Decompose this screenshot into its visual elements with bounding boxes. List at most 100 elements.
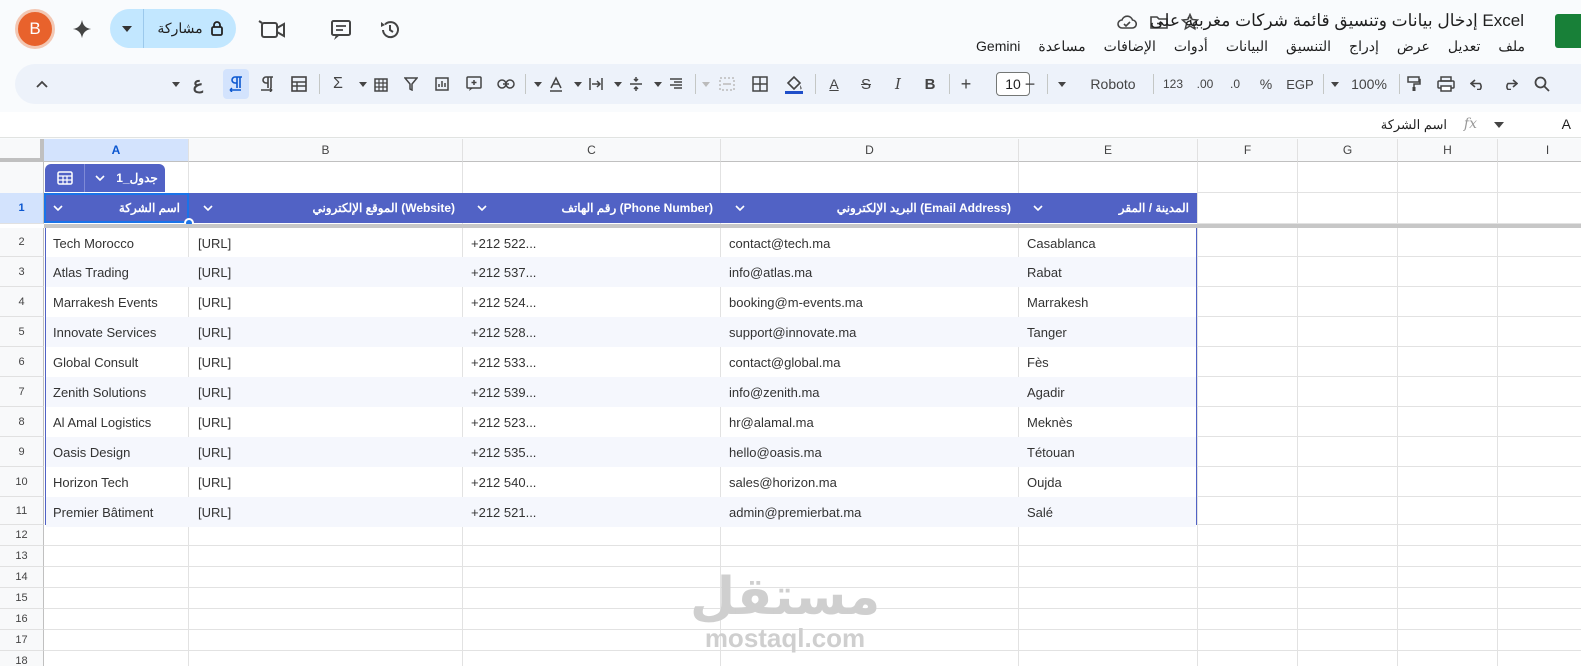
- name-box-caret-icon[interactable]: [1493, 121, 1505, 129]
- cell-city[interactable]: Casablanca: [1020, 228, 1196, 258]
- cell-email[interactable]: booking@m-events.ma: [722, 287, 1018, 317]
- row-header-2[interactable]: 2: [0, 228, 44, 257]
- row-header-15[interactable]: 15: [0, 588, 44, 609]
- table-convert-icon[interactable]: [287, 64, 311, 104]
- table-row[interactable]: Marrakesh Events [URL] +212 524... booki…: [46, 287, 1196, 317]
- row-header-5[interactable]: 5: [0, 317, 44, 347]
- column-header-e[interactable]: E: [1019, 139, 1198, 162]
- name-box[interactable]: A: [1562, 116, 1571, 132]
- cell-website[interactable]: [URL]: [191, 228, 463, 258]
- cell-website[interactable]: [URL]: [191, 287, 463, 317]
- text-color-icon[interactable]: A: [823, 64, 845, 104]
- table-row[interactable]: Oasis Design [URL] +212 535... hello@oas…: [46, 437, 1196, 467]
- cell-email[interactable]: info@zenith.ma: [722, 377, 1018, 407]
- row-header-3[interactable]: 3: [0, 257, 44, 287]
- column-header-d[interactable]: D: [721, 139, 1019, 162]
- comments-icon[interactable]: [327, 16, 355, 44]
- increase-font-size-icon[interactable]: +: [955, 64, 977, 104]
- row-header-12[interactable]: 12: [0, 525, 44, 546]
- column-filter-chevron-icon[interactable]: [203, 205, 213, 211]
- cell-website[interactable]: [URL]: [191, 437, 463, 467]
- cell-phone[interactable]: +212 522...: [464, 228, 720, 258]
- meet-video-icon[interactable]: [257, 16, 287, 44]
- wrap-caret-icon[interactable]: [573, 64, 583, 104]
- cell-phone[interactable]: +212 540...: [464, 467, 720, 497]
- functions-caret-icon[interactable]: [358, 64, 368, 104]
- table-row[interactable]: Horizon Tech [URL] +212 540... sales@hor…: [46, 467, 1196, 497]
- cell-email[interactable]: admin@premierbat.ma: [722, 497, 1018, 527]
- table-row[interactable]: Premier Bâtiment [URL] +212 521... admin…: [46, 497, 1196, 527]
- bold-button[interactable]: B: [919, 64, 941, 104]
- version-history-icon[interactable]: [376, 16, 404, 44]
- cell-city[interactable]: Oujda: [1020, 467, 1196, 497]
- italic-button[interactable]: I: [887, 64, 909, 104]
- cell-city[interactable]: Rabat: [1020, 257, 1196, 287]
- cell-company[interactable]: Premier Bâtiment: [46, 497, 189, 527]
- arabic-input-tool[interactable]: ع: [187, 64, 209, 104]
- row-header-1[interactable]: 1: [0, 193, 44, 224]
- header-cell-company[interactable]: اسم الشركة: [45, 193, 188, 223]
- cell-phone[interactable]: +212 528...: [464, 317, 720, 347]
- cell-website[interactable]: [URL]: [191, 317, 463, 347]
- sheet-stats-icon[interactable]: [370, 64, 394, 104]
- row-header-17[interactable]: 17: [0, 630, 44, 651]
- sheets-logo-icon[interactable]: [1555, 14, 1581, 48]
- row-header-16[interactable]: 16: [0, 609, 44, 630]
- share-dropdown-caret-icon[interactable]: [110, 9, 144, 48]
- menu-file[interactable]: ملف: [1498, 38, 1525, 55]
- header-cell-city[interactable]: المدينة / المقر: [1025, 193, 1197, 223]
- borders-icon[interactable]: [749, 64, 771, 104]
- cell-company[interactable]: Atlas Trading: [46, 257, 189, 287]
- column-header-c[interactable]: C: [463, 139, 721, 162]
- cell-email[interactable]: sales@horizon.ma: [722, 467, 1018, 497]
- more-caret-icon[interactable]: [170, 64, 182, 104]
- table-row[interactable]: Zenith Solutions [URL] +212 539... info@…: [46, 377, 1196, 407]
- cell-email[interactable]: contact@tech.ma: [722, 228, 1018, 258]
- column-header-f[interactable]: F: [1198, 139, 1298, 162]
- row-header-7[interactable]: 7: [0, 377, 44, 407]
- insert-chart-icon[interactable]: [431, 64, 453, 104]
- menu-view[interactable]: عرض: [1397, 38, 1430, 55]
- menu-edit[interactable]: تعديل: [1448, 38, 1481, 55]
- share-button[interactable]: مشاركة: [110, 9, 236, 48]
- cell-company[interactable]: Global Consult: [46, 347, 189, 377]
- column-header-h[interactable]: H: [1398, 139, 1498, 162]
- table-menu-chevron-icon[interactable]: [91, 175, 109, 181]
- column-header-a[interactable]: A: [44, 139, 189, 162]
- text-rotation-caret-icon[interactable]: [533, 64, 543, 104]
- column-filter-chevron-icon[interactable]: [477, 205, 487, 211]
- table-row[interactable]: Global Consult [URL] +212 533... contact…: [46, 347, 1196, 377]
- merge-cells-icon[interactable]: [715, 64, 739, 104]
- cell-company[interactable]: Horizon Tech: [46, 467, 189, 497]
- column-header-b[interactable]: B: [189, 139, 463, 162]
- table-row[interactable]: Innovate Services [URL] +212 528... supp…: [46, 317, 1196, 347]
- cell-company[interactable]: Tech Morocco: [46, 228, 189, 258]
- paint-format-icon[interactable]: [1403, 64, 1425, 104]
- cell-email[interactable]: hello@oasis.ma: [722, 437, 1018, 467]
- valign-caret-icon[interactable]: [613, 64, 623, 104]
- merge-caret-icon[interactable]: [701, 64, 711, 104]
- column-header-i[interactable]: I: [1498, 139, 1581, 162]
- menu-gemini[interactable]: Gemini: [976, 38, 1020, 55]
- redo-icon[interactable]: [1499, 64, 1521, 104]
- row-header-11[interactable]: 11: [0, 497, 44, 525]
- cell-phone[interactable]: +212 535...: [464, 437, 720, 467]
- header-cell-phone[interactable]: رقم الهاتف (Phone Number): [469, 193, 721, 223]
- number-format-button[interactable]: 123: [1159, 64, 1187, 104]
- menu-tools[interactable]: أدوات: [1174, 38, 1208, 55]
- formula-input[interactable]: اسم الشركة: [1381, 117, 1447, 133]
- menu-help[interactable]: مساعدة: [1038, 38, 1085, 55]
- header-cell-website[interactable]: الموقع الإلكتروني (Website): [195, 193, 463, 223]
- cell-company[interactable]: Oasis Design: [46, 437, 189, 467]
- cell-company[interactable]: Marrakesh Events: [46, 287, 189, 317]
- account-avatar[interactable]: B: [15, 9, 55, 49]
- percent-format-button[interactable]: %: [1255, 64, 1277, 104]
- cell-phone[interactable]: +212 533...: [464, 347, 720, 377]
- table-row[interactable]: Tech Morocco [URL] +212 522... contact@t…: [46, 228, 1196, 258]
- table-name-chip[interactable]: جدول_1: [45, 164, 165, 192]
- ltr-paragraph-icon[interactable]: [255, 64, 279, 104]
- cell-website[interactable]: [URL]: [191, 257, 463, 287]
- row-header-14[interactable]: 14: [0, 567, 44, 588]
- cell-website[interactable]: [URL]: [191, 377, 463, 407]
- cell-phone[interactable]: +212 537...: [464, 257, 720, 287]
